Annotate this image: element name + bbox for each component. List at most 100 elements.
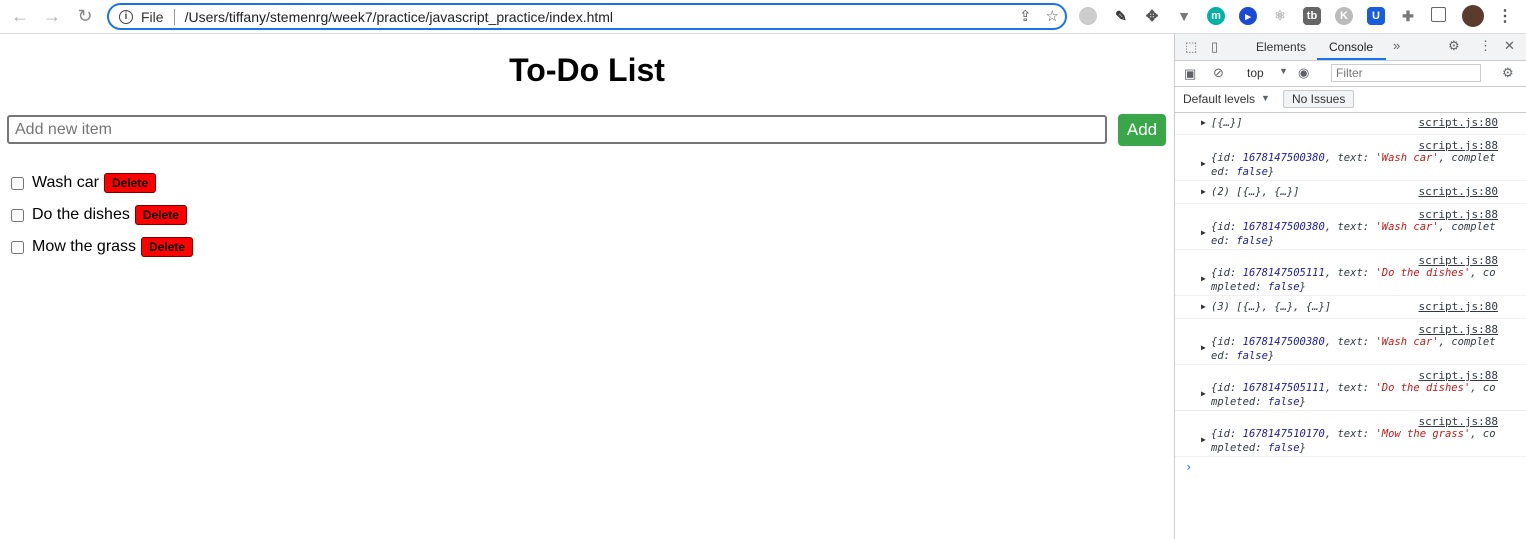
log-message: (2) [{…}, {…}] <box>1211 186 1300 198</box>
share-icon[interactable]: ⇪ <box>1019 7 1032 25</box>
expand-triangle-icon[interactable]: ▶ <box>1201 302 1206 311</box>
console-log-entry: script.js:88 ▶ {id: 1678147505111, text:… <box>1175 250 1526 296</box>
expand-triangle-icon[interactable]: ▶ <box>1201 159 1206 168</box>
issues-button[interactable]: No Issues <box>1283 90 1355 108</box>
todo-item: Wash car Delete <box>11 167 193 199</box>
console-log-entry: script.js:80 ▶ (2) [{…}, {…}] <box>1175 181 1526 204</box>
react-extension-icon[interactable]: ⚛ <box>1271 7 1289 25</box>
devtools-tab-bar: ⬚ ▯ Elements Console » ⚙ ⋮ ✕ <box>1175 34 1526 61</box>
side-panel-icon[interactable] <box>1431 7 1446 22</box>
live-expression-eye-icon[interactable]: ◉ <box>1298 65 1309 81</box>
add-button[interactable]: Add <box>1118 114 1166 146</box>
bitwarden-icon[interactable]: U <box>1367 7 1385 25</box>
url-text[interactable]: /Users/tiffany/stemenrg/week7/practice/j… <box>185 9 613 25</box>
log-message: {id: 1678147510170, text: 'Mow the grass… <box>1211 428 1496 454</box>
log-message: {id: 1678147500380, text: 'Wash car', co… <box>1211 336 1496 362</box>
forward-arrow-icon[interactable]: → <box>40 5 64 27</box>
todo-list: Wash car Delete Do the dishes Delete Mow… <box>11 167 194 263</box>
log-message: {id: 1678147500380, text: 'Wash car', co… <box>1211 152 1496 178</box>
log-message: [{…}] <box>1211 117 1243 129</box>
console-settings-icon[interactable]: ⚙ <box>1502 65 1514 81</box>
vue-extension-icon[interactable]: ▼ <box>1175 7 1193 25</box>
delete-button[interactable]: Delete <box>134 205 187 225</box>
expand-triangle-icon[interactable]: ▶ <box>1201 343 1206 352</box>
log-source-link[interactable]: script.js:88 <box>1419 208 1498 221</box>
todo-item: Mow the grass Delete <box>11 231 194 263</box>
delete-button[interactable]: Delete <box>141 237 194 257</box>
k-extension-icon[interactable]: K <box>1335 7 1353 25</box>
settings-gear-icon[interactable]: ⚙ <box>1448 38 1460 54</box>
page-content: To-Do List Add Wash car Delete Do the di… <box>0 34 1174 539</box>
sidebar-toggle-icon[interactable]: ▣ <box>1184 66 1196 82</box>
back-arrow-icon[interactable]: ← <box>8 5 32 27</box>
console-filter-input[interactable] <box>1331 64 1481 82</box>
log-source-link[interactable]: script.js:88 <box>1419 323 1498 336</box>
default-levels-dropdown[interactable]: Default levels <box>1183 92 1255 106</box>
delete-button[interactable]: Delete <box>103 173 157 193</box>
active-tab-indicator <box>1317 58 1386 60</box>
clear-console-icon[interactable]: ⊘ <box>1213 65 1224 81</box>
log-source-link[interactable]: script.js:88 <box>1419 139 1498 152</box>
device-toolbar-icon[interactable]: ▯ <box>1211 39 1218 55</box>
site-info-icon[interactable]: i <box>119 9 133 24</box>
log-message: {id: 1678147505111, text: 'Do the dishes… <box>1211 267 1496 293</box>
console-log-entry: script.js:88 ▶ {id: 1678147505111, text:… <box>1175 365 1526 411</box>
todo-checkbox[interactable] <box>11 240 24 254</box>
new-item-input[interactable] <box>7 115 1107 144</box>
log-message: (3) [{…}, {…}, {…}] <box>1211 301 1332 313</box>
log-source-link[interactable]: script.js:88 <box>1419 254 1498 267</box>
todo-text: Mow the grass <box>32 238 137 255</box>
browser-toolbar: ← → ↻ i File /Users/tiffany/stemenrg/wee… <box>0 0 1526 34</box>
expand-triangle-icon[interactable]: ▶ <box>1201 435 1206 444</box>
tab-console[interactable]: Console <box>1329 40 1373 54</box>
log-message: {id: 1678147505111, text: 'Do the dishes… <box>1211 382 1496 408</box>
url-scheme-label: File <box>141 8 164 25</box>
expand-triangle-icon[interactable]: ▶ <box>1201 228 1206 237</box>
browser-menu-icon[interactable]: ⋮ <box>1496 7 1514 25</box>
console-log-entry: script.js:80 ▶ (3) [{…}, {…}, {…}] <box>1175 296 1526 319</box>
todo-checkbox[interactable] <box>11 176 24 190</box>
profile-avatar[interactable] <box>1462 5 1484 27</box>
tab-elements[interactable]: Elements <box>1256 40 1306 54</box>
reload-icon[interactable]: ↻ <box>73 5 97 27</box>
todo-checkbox[interactable] <box>11 208 24 222</box>
url-separator <box>173 8 175 25</box>
more-tabs-icon[interactable]: » <box>1393 38 1400 53</box>
bookmark-star-icon[interactable]: ☆ <box>1046 7 1059 25</box>
levels-dropdown-icon[interactable]: ▼ <box>1261 93 1270 103</box>
devtools-panel: ⬚ ▯ Elements Console » ⚙ ⋮ ✕ ▣ ⊘ top ▼ ◉… <box>1174 34 1526 539</box>
address-bar[interactable]: i File /Users/tiffany/stemenrg/week7/pra… <box>107 3 1067 30</box>
expand-triangle-icon[interactable]: ▶ <box>1201 389 1206 398</box>
move-icon[interactable]: ✥ <box>1143 7 1161 25</box>
console-log-entry: script.js:80 ▶ [{…}] <box>1175 112 1526 135</box>
page-title: To-Do List <box>509 52 665 88</box>
console-log-entry: script.js:88 ▶ {id: 1678147500380, text:… <box>1175 319 1526 365</box>
console-log-entry: script.js:88 ▶ {id: 1678147510170, text:… <box>1175 411 1526 457</box>
eyedropper-icon[interactable]: ✎ <box>1112 7 1130 25</box>
todo-text: Do the dishes <box>32 206 130 223</box>
log-source-link[interactable]: script.js:88 <box>1419 369 1498 382</box>
extension-gray-icon[interactable] <box>1079 7 1097 25</box>
extensions-puzzle-icon[interactable]: ✚ <box>1399 7 1417 25</box>
media-extension-icon[interactable]: ▸ <box>1239 7 1257 25</box>
log-source-link[interactable]: script.js:88 <box>1419 415 1498 428</box>
expand-triangle-icon[interactable]: ▶ <box>1201 118 1206 127</box>
inspect-element-icon[interactable]: ⬚ <box>1185 39 1197 55</box>
devtools-menu-icon[interactable]: ⋮ <box>1479 38 1492 54</box>
tb-extension-icon[interactable]: tb <box>1303 7 1321 25</box>
expand-triangle-icon[interactable]: ▶ <box>1201 187 1206 196</box>
todo-text: Wash car <box>32 174 99 191</box>
context-selector[interactable]: top <box>1247 66 1264 80</box>
context-dropdown-icon[interactable]: ▼ <box>1279 66 1288 76</box>
todo-item: Do the dishes Delete <box>11 199 193 231</box>
log-message: {id: 1678147500380, text: 'Wash car', co… <box>1211 221 1496 247</box>
console-filter-bar: ▣ ⊘ top ▼ ◉ ⚙ <box>1175 61 1526 87</box>
console-prompt-row[interactable]: › <box>1175 457 1526 481</box>
m-extension-icon[interactable]: m <box>1207 7 1225 25</box>
console-log-entry: script.js:88 ▶ {id: 1678147500380, text:… <box>1175 135 1526 181</box>
expand-triangle-icon[interactable]: ▶ <box>1201 274 1206 283</box>
close-devtools-icon[interactable]: ✕ <box>1504 38 1515 54</box>
console-prompt-icon: › <box>1185 460 1193 474</box>
console-levels-bar: Default levels ▼ No Issues <box>1175 87 1526 113</box>
console-log-entry: script.js:88 ▶ {id: 1678147500380, text:… <box>1175 204 1526 250</box>
